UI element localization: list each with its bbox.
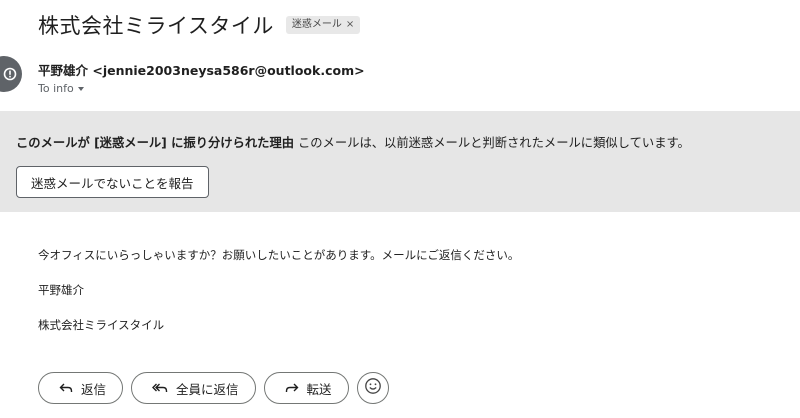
- reply-button[interactable]: 返信: [38, 372, 124, 404]
- email-body: 今オフィスにいらっしゃいますか？お願いしたいことがあります。メールにご返信くださ…: [38, 248, 519, 353]
- forward-icon: [285, 382, 299, 394]
- reply-all-label: 全員に返信: [176, 381, 239, 397]
- sender-name-email[interactable]: 平野雄介 <jennie2003neysa586r@outlook.com>: [38, 60, 365, 79]
- spam-warning-banner: このメールが [迷惑メール] に振り分けられた理由 このメールは、以前迷惑メール…: [0, 111, 800, 212]
- forward-button[interactable]: 転送: [263, 372, 349, 404]
- reply-all-button[interactable]: 全員に返信: [131, 372, 256, 404]
- sender-block: 平野雄介 <jennie2003neysa586r@outlook.com> T…: [38, 60, 365, 95]
- action-bar: 返信 全員に返信 転送: [38, 372, 389, 404]
- caret-down-icon: [77, 86, 84, 91]
- email-subject: 株式会社ミライスタイル: [38, 14, 274, 38]
- spam-label-text: 迷惑メール: [291, 19, 342, 30]
- subject-row: 株式会社ミライスタイル 迷惑メール ×: [38, 10, 361, 40]
- email-view: 株式会社ミライスタイル 迷惑メール × 平野雄介 <jennie2003neys…: [0, 0, 800, 418]
- reply-label: 返信: [81, 381, 107, 397]
- body-line: 今オフィスにいらっしゃいますか？お願いしたいことがあります。メールにご返信くださ…: [38, 248, 520, 262]
- recipient-details-toggle[interactable]: To info: [38, 82, 365, 95]
- spam-label-chip[interactable]: 迷惑メール ×: [285, 16, 361, 34]
- spam-reason-title: このメールが [迷惑メール] に振り分けられた理由: [16, 136, 295, 150]
- remove-label-icon[interactable]: ×: [346, 18, 354, 32]
- recipient-text: To info: [38, 82, 74, 95]
- emoji-reaction-button[interactable]: [356, 372, 389, 404]
- alert-icon: [0, 56, 22, 92]
- spam-reason: このメールが [迷惑メール] に振り分けられた理由 このメールは、以前迷惑メール…: [16, 133, 690, 151]
- spam-reason-text: このメールは、以前迷惑メールと判断されたメールに類似しています。: [294, 136, 690, 150]
- reply-all-icon: [152, 382, 168, 394]
- reply-icon: [59, 382, 73, 394]
- emoji-icon: [364, 377, 382, 399]
- report-not-spam-button[interactable]: 迷惑メールでないことを報告: [16, 166, 209, 198]
- body-signature-name: 平野雄介: [38, 283, 84, 297]
- body-signature-company: 株式会社ミライスタイル: [38, 318, 165, 332]
- forward-label: 転送: [306, 381, 332, 397]
